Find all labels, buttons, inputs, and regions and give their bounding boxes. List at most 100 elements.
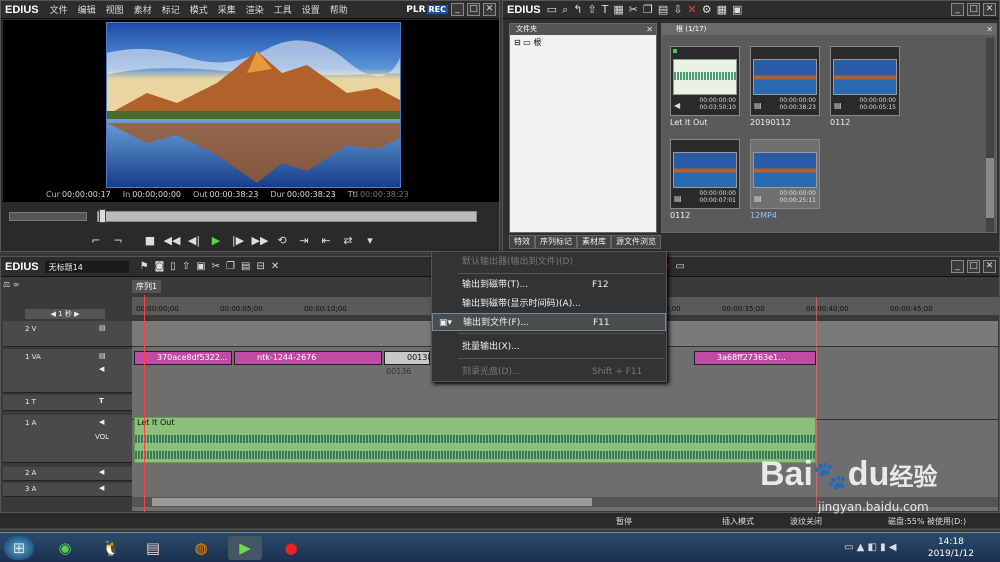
position-slider-knob[interactable] xyxy=(99,209,106,223)
folder-icon[interactable]: ▭ xyxy=(547,3,557,16)
color-bar-icon[interactable]: ▦ xyxy=(613,3,623,16)
track-header-2a[interactable]: 2 A ◀ xyxy=(3,467,132,481)
playhead[interactable] xyxy=(144,295,145,515)
bin-maximize-button[interactable]: □ xyxy=(967,3,980,16)
link-icon[interactable]: ∞ xyxy=(13,280,20,289)
shuttle-slider[interactable] xyxy=(9,212,87,221)
paste-icon[interactable]: ▤ xyxy=(658,3,668,16)
track-header-3a[interactable]: 3 A ◀ xyxy=(3,483,132,497)
menu-clip[interactable]: 素材 xyxy=(129,3,157,16)
rec-toggle[interactable]: REC xyxy=(426,5,448,14)
up-folder-icon[interactable]: ↰ xyxy=(573,3,582,16)
timeline-clip[interactable]: 3a68ff27363e1... xyxy=(694,351,816,365)
camera-icon[interactable]: ◙ xyxy=(155,261,165,272)
open-project-icon[interactable]: ⇧ xyxy=(182,261,190,272)
add-to-timeline-icon[interactable]: ⇩ xyxy=(673,3,682,16)
plr-toggle[interactable]: PLR xyxy=(406,5,425,15)
tab-source-browser[interactable]: 源文件浏览 xyxy=(611,235,661,249)
bin-close-button[interactable]: ✕ xyxy=(983,3,996,16)
tree-item-root[interactable]: ⊟ ▭ 根 xyxy=(510,35,656,50)
timeline-maximize-button[interactable]: □ xyxy=(967,260,980,273)
paste-icon[interactable]: ▤ xyxy=(241,261,250,272)
status-ripple[interactable]: 波纹关闭 xyxy=(790,516,822,527)
title-icon[interactable]: T xyxy=(602,3,609,16)
menu-settings[interactable]: 设置 xyxy=(297,3,325,16)
search-icon[interactable]: ⌕ xyxy=(562,3,568,17)
insert-button[interactable]: ⇤ xyxy=(317,233,335,249)
clip-thumbnail[interactable]: ▤ 00:00:00:00 00:00:25:11 xyxy=(750,139,820,209)
menu-item-burn-disc[interactable]: 刻录光盘(D)... Shift + F11 xyxy=(432,363,666,381)
explorer-icon[interactable]: ▤ xyxy=(136,536,170,560)
fast-forward-button[interactable]: ▶▶ xyxy=(251,233,269,249)
layout-icon[interactable]: ▭ xyxy=(676,261,685,272)
vol-label[interactable]: VOL xyxy=(95,433,109,441)
minimize-button[interactable]: _ xyxy=(451,3,464,16)
speaker-icon[interactable]: ◀ xyxy=(99,468,104,476)
clip-thumbnail[interactable]: ▤ 00:00:00:00 00:00:05:15 xyxy=(830,46,900,116)
recorder-icon[interactable]: ● xyxy=(274,536,308,560)
menu-mode[interactable]: 模式 xyxy=(185,3,213,16)
close-icon[interactable]: ✕ xyxy=(986,24,993,35)
tab-effects[interactable]: 特效 xyxy=(509,235,535,249)
clip-thumbnail[interactable]: ▤ 00:00:00:00 00:00:38:23 xyxy=(750,46,820,116)
clip-item[interactable]: ▤ 00:00:00:00 00:00:07:01 0112 xyxy=(670,139,742,220)
menu-item-export-tape-tc[interactable]: 输出到磁带(显示时间码)(A)... xyxy=(432,295,666,313)
track-header-1t[interactable]: 1 T T xyxy=(3,395,132,411)
properties-icon[interactable]: ⚙ xyxy=(702,3,712,16)
settings-icon[interactable]: ▣ xyxy=(732,3,742,16)
tab-sequence-markers[interactable]: 序列标记 xyxy=(535,235,577,249)
menu-view[interactable]: 视图 xyxy=(101,3,129,16)
step-back-button[interactable]: ◀| xyxy=(185,233,203,249)
video-track-icon[interactable]: ▤ xyxy=(99,352,106,360)
tab-bin[interactable]: 素材库 xyxy=(577,235,611,249)
audio-mute-icon[interactable]: ◀ xyxy=(99,365,104,373)
menu-edit[interactable]: 编辑 xyxy=(73,3,101,16)
scrollbar[interactable] xyxy=(986,38,994,232)
menu-item-export-file[interactable]: ▣▾ 输出到文件(F)... F11 xyxy=(432,313,666,331)
start-button[interactable]: ⊞ xyxy=(4,536,34,560)
tab-sequence[interactable]: 序列1 xyxy=(132,280,162,293)
view-icon[interactable]: ▦ xyxy=(717,3,727,16)
track-header-1a[interactable]: 1 A VOL ◀ xyxy=(3,415,132,463)
save-icon[interactable]: ▣ xyxy=(196,261,205,272)
speaker-icon[interactable]: ◀ xyxy=(99,418,104,426)
play-button[interactable]: ▶ xyxy=(207,233,225,249)
menu-marker[interactable]: 标记 xyxy=(157,3,185,16)
menu-capture[interactable]: 采集 xyxy=(213,3,241,16)
loop-button[interactable]: ⟲ xyxy=(273,233,291,249)
tray-icons[interactable]: ▭ ▲ ◧ ▮ ◀ xyxy=(844,542,897,553)
video-track-icon[interactable]: ▤ xyxy=(99,324,106,332)
delete-icon[interactable]: ✕ xyxy=(271,261,279,272)
menu-file[interactable]: 文件 xyxy=(45,3,73,16)
step-forward-button[interactable]: |▶ xyxy=(229,233,247,249)
timeline-minimize-button[interactable]: _ xyxy=(951,260,964,273)
new-project-icon[interactable]: ▯ xyxy=(170,261,176,272)
cut-icon[interactable]: ✂ xyxy=(212,261,220,272)
clip-item-selected[interactable]: ▤ 00:00:00:00 00:00:25:11 12MP4 xyxy=(750,139,822,220)
copy-icon[interactable]: ❐ xyxy=(643,3,653,16)
menu-help[interactable]: 帮助 xyxy=(325,3,353,16)
delete-icon[interactable]: ✕ xyxy=(688,3,697,16)
clip-item[interactable]: ◀ 00:00:00:00 00:03:50:10 Let It Out xyxy=(670,46,742,127)
set-in-button[interactable]: ⌐ xyxy=(87,233,105,249)
stop-button[interactable]: ■ xyxy=(141,233,159,249)
menu-render[interactable]: 渲染 xyxy=(241,3,269,16)
status-insert-mode[interactable]: 插入模式 xyxy=(722,516,754,527)
track-header-1va[interactable]: 1 VA ▤ ◀ xyxy=(3,349,132,393)
timeline-clip[interactable]: ntk-1244-2676 xyxy=(234,351,382,365)
qq-icon[interactable]: 🐧 xyxy=(94,536,128,560)
mode-icon[interactable]: ⚑ xyxy=(140,261,149,272)
firefox-icon[interactable]: ◍ xyxy=(184,536,218,560)
output-button[interactable]: ▾ xyxy=(361,233,379,249)
audio-clip[interactable]: Let It Out xyxy=(134,417,816,463)
clip-item[interactable]: ▤ 00:00:00:00 00:00:05:15 0112 xyxy=(830,46,902,127)
ripple-icon[interactable]: ⊟ xyxy=(256,261,264,272)
menu-item-default-exporter[interactable]: 默认输出器(输出到文件)(D) xyxy=(432,253,666,271)
update-icon[interactable]: ◉ xyxy=(48,536,82,560)
title-track-icon[interactable]: T xyxy=(99,397,104,405)
close-button[interactable]: ✕ xyxy=(483,3,496,16)
replace-button[interactable]: ⇄ xyxy=(339,233,357,249)
overwrite-button[interactable]: ⇥ xyxy=(295,233,313,249)
menu-item-batch-export[interactable]: 批量输出(X)... xyxy=(432,338,666,356)
copy-icon[interactable]: ❐ xyxy=(226,261,235,272)
